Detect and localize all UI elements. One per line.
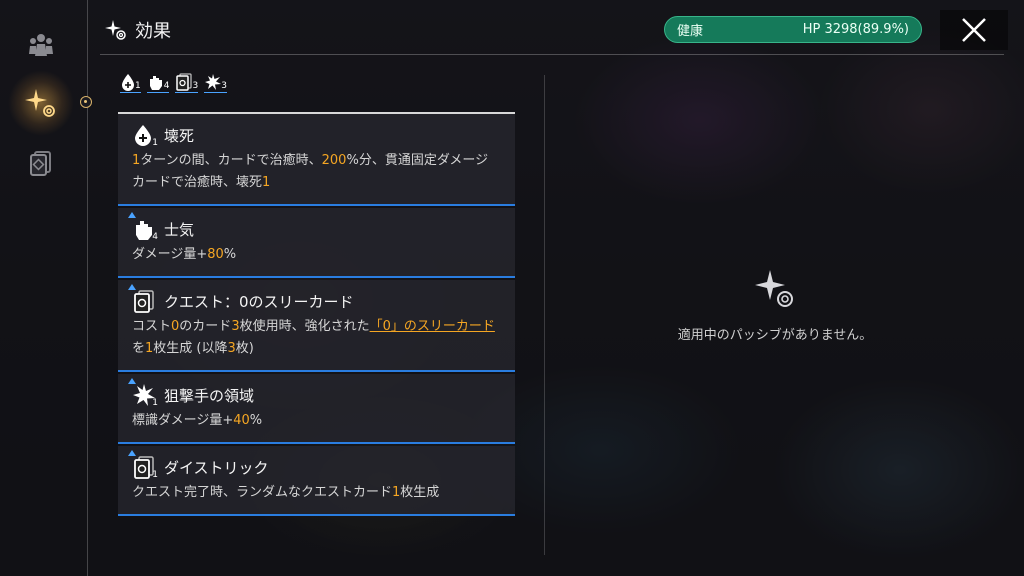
fist-icon	[149, 76, 162, 90]
buff-up-icon	[128, 284, 136, 290]
effect-summary-chips: 1 4 3 3	[120, 73, 227, 93]
effect-title: 士気	[164, 220, 195, 239]
effect-card[interactable]: 1 ダイストリック クエスト完了時、ランダムなクエストカード1枚生成	[118, 446, 515, 516]
sparkle-swirl-icon	[755, 270, 793, 307]
buff-up-icon	[128, 378, 136, 384]
card-link[interactable]: 「0」のスリーカード	[370, 319, 495, 334]
rail-divider	[87, 0, 88, 576]
blood-drop-icon	[122, 74, 134, 91]
chip-count: 3	[192, 81, 199, 91]
chip-count: 4	[163, 81, 170, 91]
effect-description: コスト0のカード3枚使用時、強化された「0」のスリーカードを1枚生成 (以降3枚…	[132, 319, 495, 356]
effect-stack: 4	[152, 232, 158, 242]
close-icon	[962, 18, 986, 42]
active-indicator-dot	[80, 96, 92, 108]
effect-title: 壊死	[164, 126, 195, 145]
tab-party[interactable]	[18, 22, 64, 68]
effect-description: 標識ダメージ量+40%	[132, 413, 263, 428]
effect-card[interactable]: 1 狙撃手の領域 標識ダメージ量+40%	[118, 374, 515, 444]
effect-card[interactable]: クエスト：0のスリーカード コスト0のカード3枚使用時、強化された「0」のスリー…	[118, 280, 515, 372]
burst-icon: 1	[128, 378, 158, 408]
effect-title: ダイストリック	[164, 458, 269, 477]
effect-card[interactable]: 4 士気 ダメージ量+80%	[118, 208, 515, 278]
effect-card[interactable]: 1 壊死 1ターンの間、カードで治癒時、200%分、貫通固定ダメージ カードで治…	[118, 114, 515, 206]
effect-title: 狙撃手の領域	[164, 386, 255, 405]
health-state-label: 健康	[677, 24, 704, 39]
passive-empty-text: 適用中のパッシブがありません。	[677, 328, 873, 343]
effect-stack: 1	[152, 470, 158, 480]
burst-icon	[205, 74, 222, 90]
header: 効果	[105, 12, 171, 48]
left-rail	[0, 0, 82, 576]
fist-icon: 4	[128, 212, 158, 242]
cards-icon	[30, 151, 51, 176]
tab-cards[interactable]	[18, 140, 64, 186]
tab-effects[interactable]	[8, 70, 74, 136]
card-icon	[176, 73, 193, 91]
effect-description: ダメージ量+80%	[132, 247, 237, 262]
sparkle-swirl-icon	[105, 20, 126, 40]
chip-quest[interactable]: 3	[175, 73, 199, 93]
passive-empty-state: 適用中のパッシブがありません。	[545, 268, 1005, 343]
header-divider	[100, 54, 1004, 55]
chip-count: 1	[135, 81, 141, 91]
chip-sniper[interactable]: 3	[204, 73, 227, 93]
chip-count: 3	[221, 81, 227, 91]
page-title: 効果	[135, 21, 171, 42]
buff-up-icon	[128, 450, 136, 456]
effect-stack: 1	[152, 138, 158, 148]
buff-up-icon	[128, 212, 136, 218]
effect-stack: 1	[152, 398, 158, 408]
hp-value: HP 3298(89.9%)	[802, 22, 909, 37]
effect-title: クエスト：0のスリーカード	[164, 292, 354, 311]
card-icon: 1	[128, 450, 158, 480]
effect-list[interactable]: 1 壊死 1ターンの間、カードで治癒時、200%分、貫通固定ダメージ カードで治…	[118, 114, 515, 576]
effect-description: クエスト完了時、ランダムなクエストカード1枚生成	[132, 485, 440, 500]
hp-status-bar: 健康 HP 3298(89.9%)	[664, 16, 922, 43]
close-button[interactable]	[940, 10, 1008, 50]
sparkle-swirl-icon	[25, 89, 55, 117]
party-icon	[29, 34, 53, 56]
passive-panel: 適用中のパッシブがありません。	[545, 56, 1005, 556]
chip-necrosis[interactable]: 1	[120, 73, 141, 93]
card-icon	[128, 284, 156, 313]
effect-description: 1ターンの間、カードで治癒時、200%分、貫通固定ダメージ カードで治癒時、壊死…	[132, 153, 489, 190]
chip-morale[interactable]: 4	[146, 73, 170, 93]
blood-drop-icon: 1	[132, 123, 158, 148]
